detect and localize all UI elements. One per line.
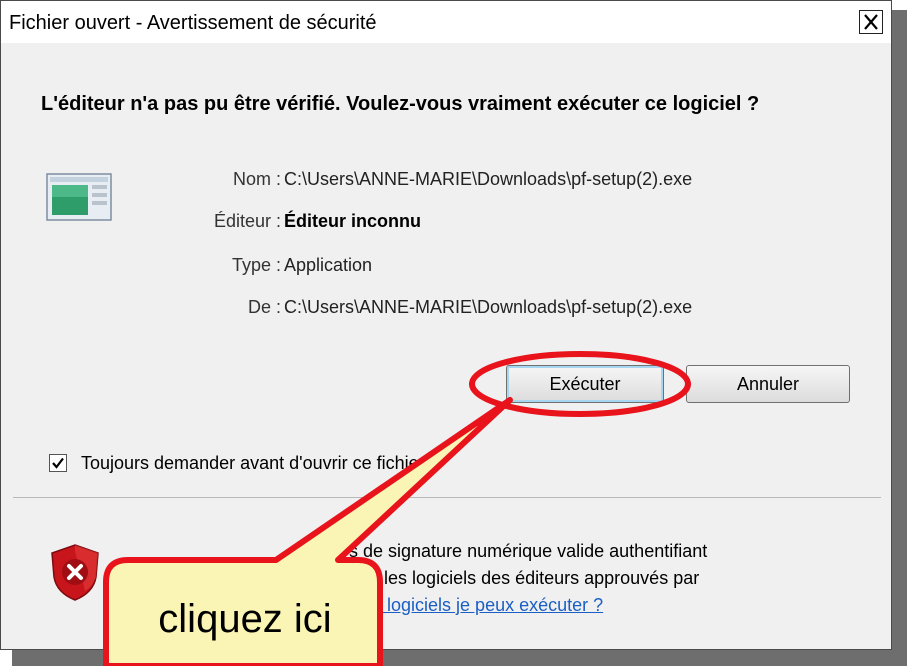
tutorial-annotation-overlay [103,351,691,666]
callout-text: cliquez ici [158,597,332,641]
